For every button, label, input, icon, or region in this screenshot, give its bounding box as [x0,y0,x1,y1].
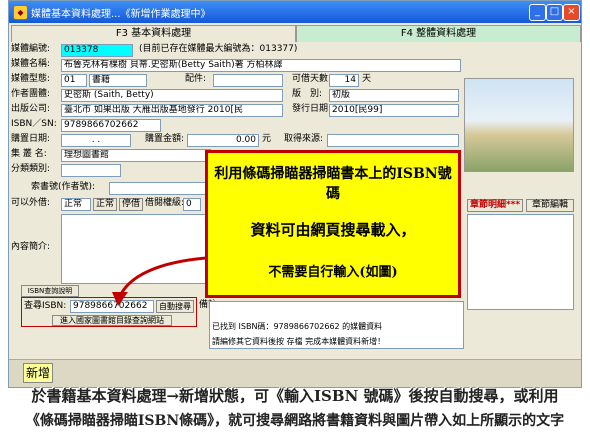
callout-line-3: 不需要自行輸入(如圖) [268,265,398,280]
callout-line-1: 利用條碼掃瞄器掃瞄書本上的ISBN號碼 [214,166,452,202]
callout-box: 利用條碼掃瞄器掃瞄書本上的ISBN號碼 資料可由網頁搜尋載入， 不需要自行輸入(… [205,150,461,298]
caption-line-2: 《條碼掃瞄器掃瞄ISBN條碼》，就可搜尋網路將書籍資料與圖片帶入如上所顯示的文字 [25,413,565,429]
callout-line-2: 資料可由網頁搜尋載入， [250,221,416,239]
caption-line-1: 於書籍基本資料處理→新增狀態，可《輸入ISBN 號碼》後按自動搜尋，或利用 [31,387,559,405]
